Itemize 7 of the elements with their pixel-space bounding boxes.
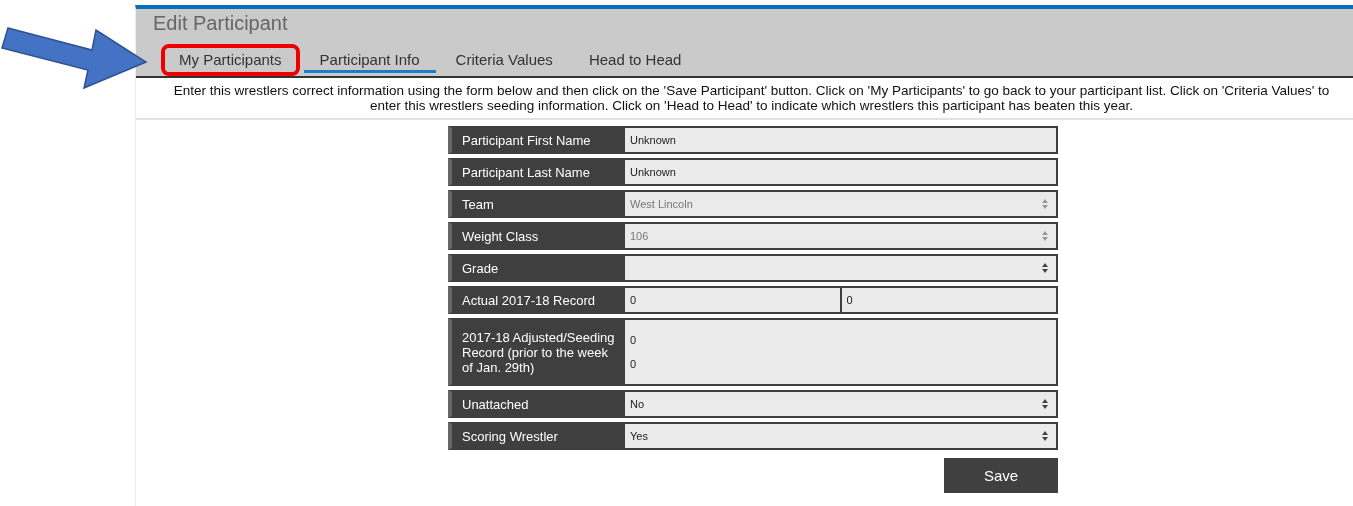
tab[interactable]: My Participants: [161, 44, 300, 76]
save-button[interactable]: Save: [944, 458, 1058, 493]
instructions-text: Enter this wrestlers correct information using the form below and then click on the 'Save Participant' button. Click on 'My Participants' to go back to your participant list. Click on 'Criteria Values' to enter this wrestlers seeding information. Click on 'Head to Head' to indicate which wrestlers this participant has beaten this year.: [136, 78, 1353, 120]
tab[interactable]: Criteria Values: [439, 44, 569, 76]
tab[interactable]: Head to Head: [572, 44, 698, 76]
page-title: Edit Participant: [153, 12, 288, 35]
tab[interactable]: Participant Info: [303, 44, 436, 76]
